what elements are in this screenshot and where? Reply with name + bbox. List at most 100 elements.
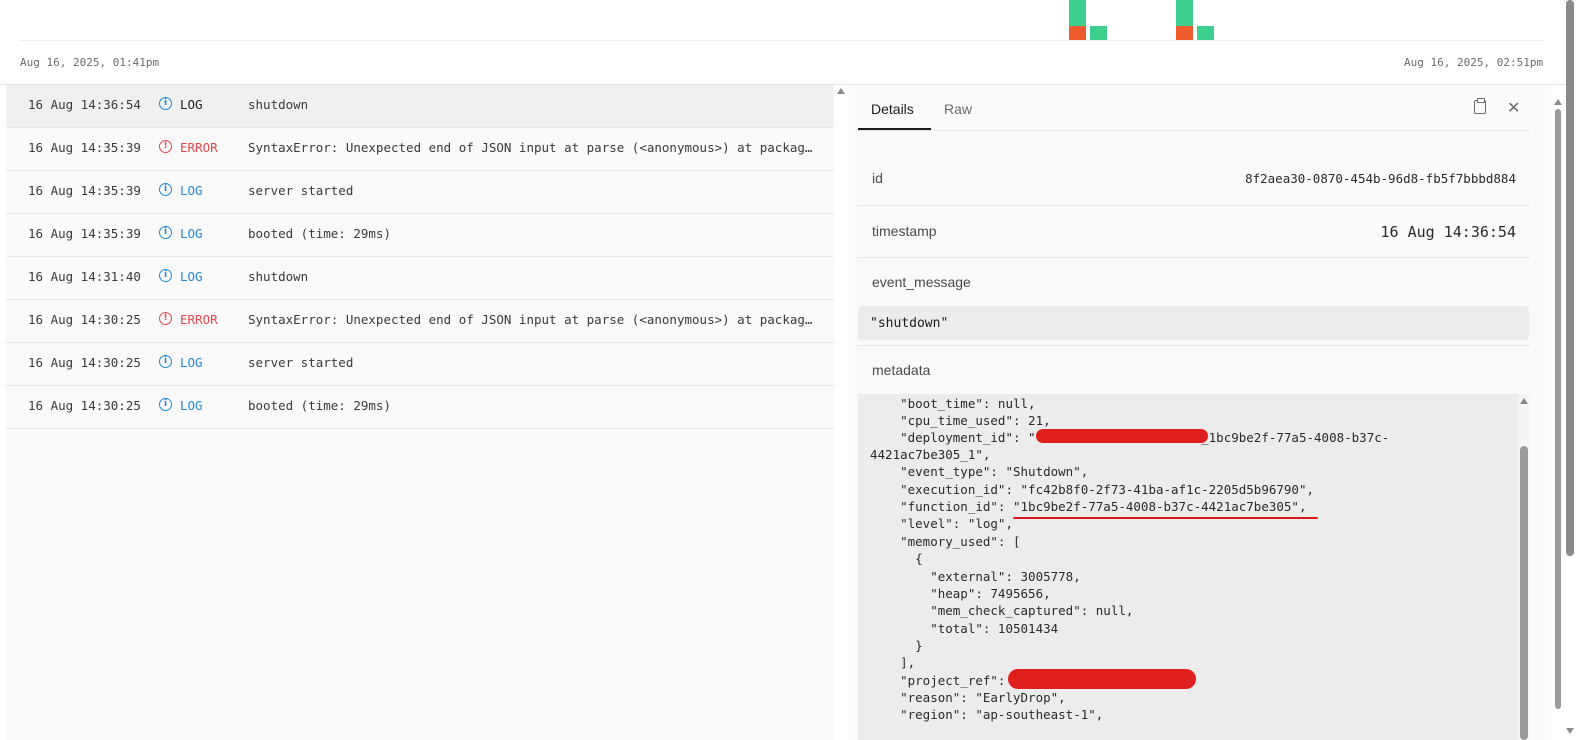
log-row[interactable]: 16 Aug 14:36:54 i LOG shutdown: [6, 85, 834, 128]
field-timestamp: timestamp 16 Aug 14:36:54: [858, 206, 1530, 258]
details-tabs: Details Raw ✕: [849, 85, 1551, 131]
info-icon: i: [159, 398, 172, 411]
field-key: timestamp: [872, 223, 937, 239]
log-message: shutdown: [248, 97, 309, 112]
json-line: "event_type": "Shutdown",: [870, 464, 1089, 479]
page-scrollbar[interactable]: [1565, 0, 1591, 740]
json-line: "reason": "EarlyDrop",: [870, 690, 1066, 705]
log-level: LOG: [180, 183, 203, 198]
log-row[interactable]: 16 Aug 14:30:25 i LOG booted (time: 29ms…: [6, 386, 834, 429]
log-message: SyntaxError: Unexpected end of JSON inpu…: [248, 140, 813, 155]
chart-end-label: Aug 16, 2025, 02:51pm: [1404, 56, 1544, 69]
log-row[interactable]: 16 Aug 14:35:39 i LOG booted (time: 29ms…: [6, 214, 834, 257]
json-line: "project_ref":: [870, 673, 1006, 688]
info-icon: i: [159, 183, 172, 196]
field-key: event_message: [872, 274, 971, 290]
field-metadata: metadata: [858, 346, 1530, 394]
log-level: LOG: [180, 97, 203, 112]
json-line: {: [870, 551, 923, 566]
log-message: shutdown: [248, 269, 309, 284]
log-histogram-chart: Aug 16, 2025, 01:41pm Aug 16, 2025, 02:5…: [0, 0, 1565, 85]
log-row[interactable]: 16 Aug 14:35:39 ! ERROR SyntaxError: Une…: [6, 128, 834, 171]
json-line: "level": "log",: [870, 516, 1013, 531]
json-line: "cpu_time_used": 21,: [870, 413, 1051, 428]
error-icon: !: [159, 140, 172, 153]
tab-details[interactable]: Details: [871, 101, 914, 117]
log-level: LOG: [180, 226, 203, 241]
error-icon: !: [159, 312, 172, 325]
json-line: "heap": 7495656,: [870, 586, 1051, 601]
metadata-scroll-thumb[interactable]: [1520, 446, 1528, 740]
chart-bar-log[interactable]: [1069, 0, 1086, 26]
log-message: server started: [248, 183, 354, 198]
json-line: "boot_time": null,: [870, 396, 1036, 411]
info-icon: i: [159, 226, 172, 239]
log-timestamp: 16 Aug 14:35:39: [28, 140, 141, 155]
log-level: ERROR: [180, 140, 218, 155]
json-line: 4421ac7be305_1",: [870, 447, 991, 462]
chart-bar-log[interactable]: [1197, 26, 1214, 41]
redaction-mark: [1036, 429, 1208, 443]
details-scrollbar-track[interactable]: [1551, 85, 1565, 740]
log-details-panel: Details Raw ✕ id 8f2aea30-0870-454b-96d8…: [849, 85, 1551, 740]
info-icon: i: [159, 355, 172, 368]
log-timestamp: 16 Aug 14:36:54: [28, 97, 141, 112]
event-message-box: "shutdown": [858, 306, 1529, 340]
info-icon: i: [159, 97, 172, 110]
json-line: "external": 3005778,: [870, 569, 1081, 584]
chart-bar-log[interactable]: [1176, 0, 1193, 26]
chart-bar-error[interactable]: [1069, 26, 1086, 41]
clipboard-icon[interactable]: [1474, 98, 1486, 114]
json-line: "total": 10501434: [870, 621, 1059, 636]
log-message: booted (time: 29ms): [248, 398, 391, 413]
annotation-underline: [1013, 517, 1318, 519]
tabs-divider: [858, 130, 1530, 131]
field-value: 16 Aug 14:36:54: [1380, 223, 1516, 241]
log-message: server started: [248, 355, 354, 370]
log-message: SyntaxError: Unexpected end of JSON inpu…: [248, 312, 813, 327]
chart-bar-error[interactable]: [1176, 26, 1193, 41]
json-line: "function_id": "1bc9be2f-77a5-4008-b37c-…: [870, 499, 1307, 514]
scroll-down-arrow-icon[interactable]: [1566, 728, 1574, 734]
json-line: "mem_check_captured": null,: [870, 603, 1134, 618]
log-message: booted (time: 29ms): [248, 226, 391, 241]
scroll-up-arrow-icon[interactable]: [837, 88, 845, 94]
field-id: id 8f2aea30-0870-454b-96d8-fb5f7bbbd884: [858, 151, 1530, 206]
scroll-up-arrow-icon[interactable]: [1520, 398, 1528, 404]
chart-bar-log[interactable]: [1090, 26, 1107, 41]
log-row[interactable]: 16 Aug 14:30:25 i LOG server started: [6, 343, 834, 386]
log-level: LOG: [180, 269, 203, 284]
field-key: id: [872, 170, 883, 186]
page-scroll-thumb[interactable]: [1566, 0, 1574, 556]
log-timestamp: 16 Aug 14:30:25: [28, 355, 141, 370]
details-scroll-thumb[interactable]: [1555, 109, 1561, 709]
log-list-scrollbar[interactable]: [834, 85, 848, 740]
metadata-json: "boot_time": null, "cpu_time_used": 21, …: [858, 394, 1518, 740]
json-line: "execution_id": "fc42b8f0-2f73-41ba-af1c…: [870, 482, 1315, 497]
log-level: LOG: [180, 355, 203, 370]
json-line: ],: [870, 655, 916, 670]
log-list: 16 Aug 14:36:54 i LOG shutdown 16 Aug 14…: [6, 85, 835, 740]
log-timestamp: 16 Aug 14:35:39: [28, 183, 141, 198]
redaction-mark: [1008, 669, 1196, 689]
json-line: "memory_used": [: [870, 534, 1021, 549]
metadata-scrollbar[interactable]: [1518, 394, 1530, 740]
log-timestamp: 16 Aug 14:35:39: [28, 226, 141, 241]
log-timestamp: 16 Aug 14:30:25: [28, 398, 141, 413]
close-icon[interactable]: ✕: [1507, 98, 1520, 117]
log-row[interactable]: 16 Aug 14:31:40 i LOG shutdown: [6, 257, 834, 300]
json-line: "region": "ap-southeast-1",: [870, 707, 1104, 722]
tab-raw[interactable]: Raw: [944, 101, 972, 117]
log-row[interactable]: 16 Aug 14:30:25 ! ERROR SyntaxError: Une…: [6, 300, 834, 343]
log-row[interactable]: 16 Aug 14:35:39 i LOG server started: [6, 171, 834, 214]
log-level: LOG: [180, 398, 203, 413]
field-key: metadata: [872, 362, 931, 378]
log-timestamp: 16 Aug 14:30:25: [28, 312, 141, 327]
info-icon: i: [159, 269, 172, 282]
chart-baseline: [20, 40, 1545, 41]
event-message-value: "shutdown": [870, 316, 949, 331]
json-line: }: [870, 638, 923, 653]
log-timestamp: 16 Aug 14:31:40: [28, 269, 141, 284]
scroll-up-arrow-icon[interactable]: [1554, 99, 1562, 105]
chart-start-label: Aug 16, 2025, 01:41pm: [20, 56, 160, 69]
